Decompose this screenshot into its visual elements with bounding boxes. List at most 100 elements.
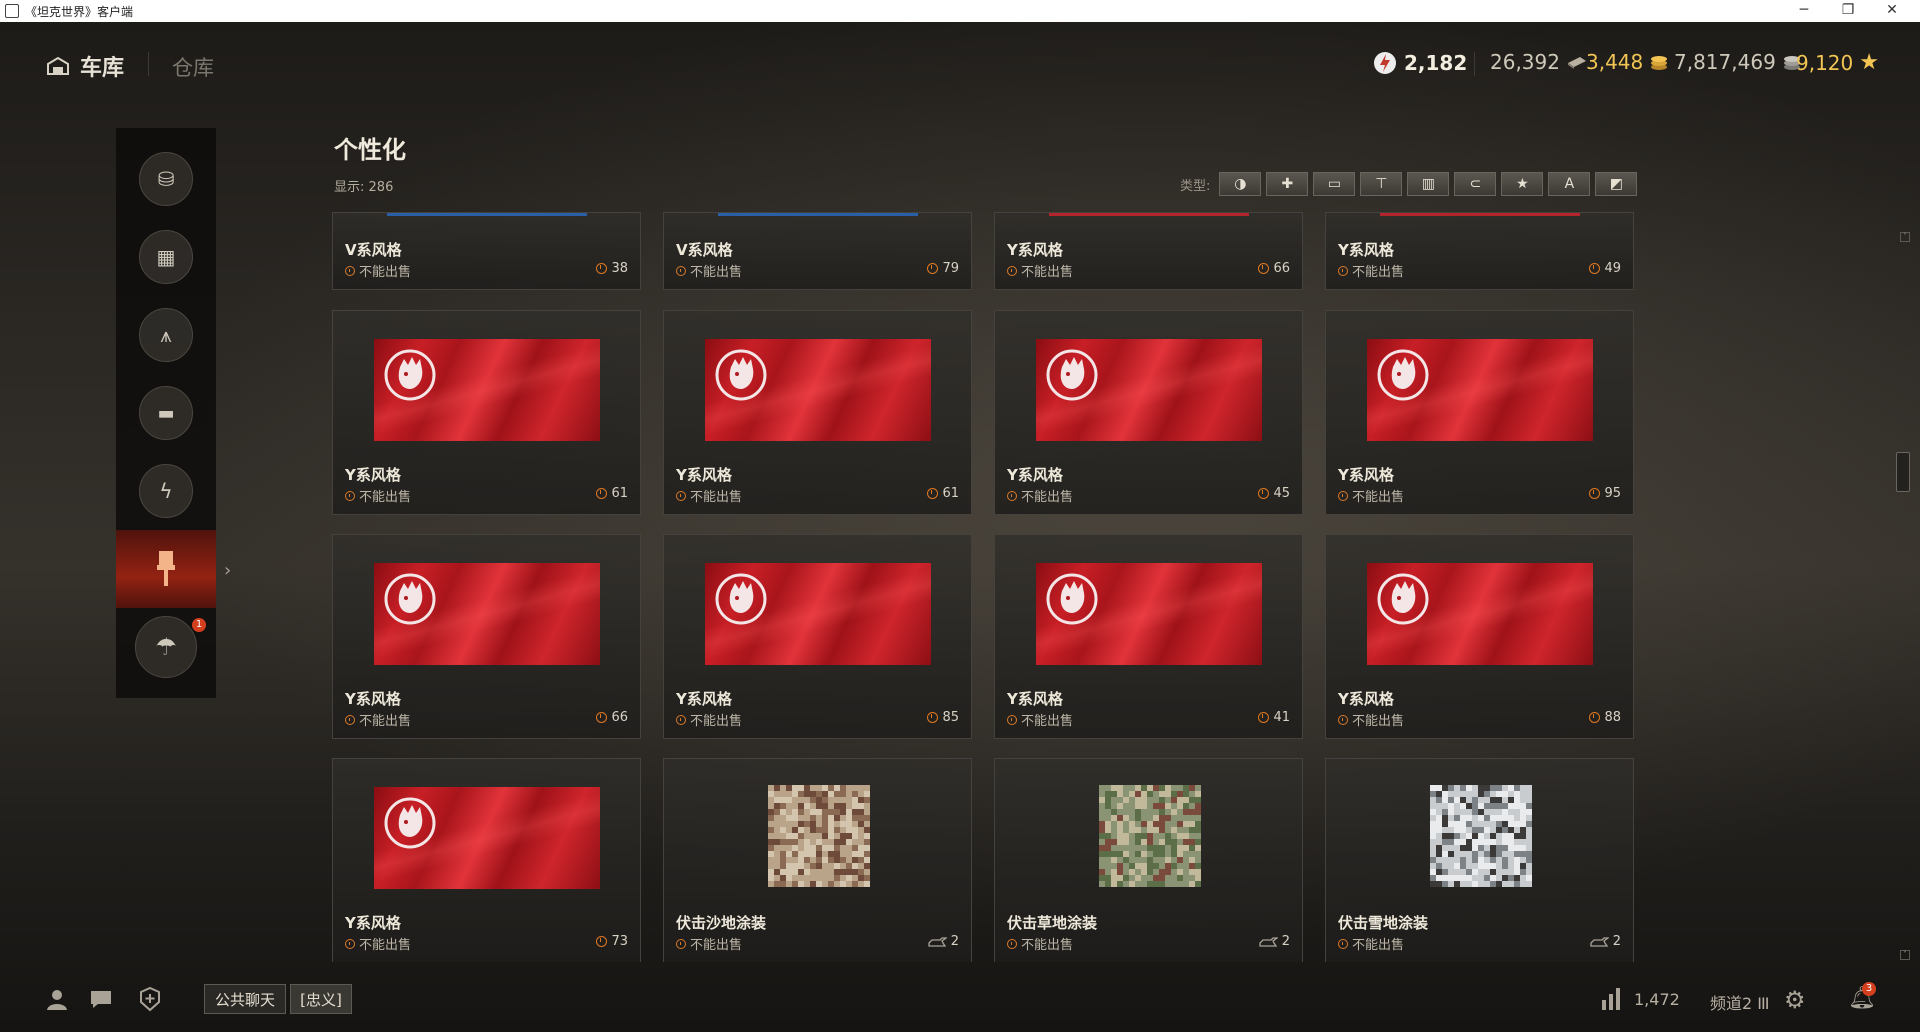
scrollbar-thumb[interactable] xyxy=(1896,452,1910,492)
restore-icon[interactable]: ❐ xyxy=(1828,0,1868,22)
credits-display[interactable]: 7,817,469 xyxy=(1674,50,1802,74)
status-text: 不能出售 xyxy=(359,938,412,953)
sidebar-item-customization[interactable] xyxy=(116,530,216,608)
free-xp-display[interactable]: 2,182 xyxy=(1372,50,1467,76)
customization-card[interactable]: 伏击沙地涂装 不能出售 2 xyxy=(663,758,972,962)
card-sell-status: 不能出售 xyxy=(676,486,742,505)
filter-modification-icon[interactable]: ⊂ xyxy=(1454,172,1497,196)
customization-card[interactable]: 伏击草地涂装 不能出售 2 xyxy=(994,758,1303,962)
card-sell-status: 不能出售 xyxy=(345,261,411,280)
card-count: 61 xyxy=(596,486,628,501)
filter-license-plate-icon[interactable]: ▭ xyxy=(1313,172,1356,196)
filter-decal-icon[interactable]: ◩ xyxy=(1595,172,1638,196)
card-count: 85 xyxy=(927,710,959,725)
card-sell-status: 不能出售 xyxy=(345,486,411,505)
filter-paint-brush-icon[interactable]: ⊤ xyxy=(1360,172,1403,196)
customization-card[interactable]: Y系风格 不能出售 66 xyxy=(994,212,1303,290)
settings-gear-icon[interactable]: ⚙ xyxy=(1784,986,1806,1014)
sidebar-item-vehicles[interactable]: ▬ xyxy=(116,374,216,452)
boxes-icon: ▦ xyxy=(139,230,193,284)
close-icon[interactable]: ✕ xyxy=(1872,0,1912,22)
app-shield-icon xyxy=(5,4,19,18)
sidebar-item-boosters[interactable]: ϟ xyxy=(116,452,216,530)
count-value: 61 xyxy=(611,486,628,501)
top-navigation: 车库 仓库 2,182 26,392 3,448 7,817,469 9,120… xyxy=(0,22,1920,106)
garage-icon xyxy=(47,56,69,75)
online-stats-icon[interactable] xyxy=(1602,988,1620,1010)
sidebar-item-styles[interactable]: ⛁ xyxy=(116,140,216,218)
sidebar-item-crates[interactable]: ☂ 1 xyxy=(116,608,216,686)
customization-card[interactable]: Y系风格 不能出售 61 xyxy=(332,310,641,515)
tank-icon: ▬ xyxy=(139,386,193,440)
status-text: 不能出售 xyxy=(1021,265,1074,280)
filter-camouflage-icon[interactable]: ◑ xyxy=(1219,172,1262,196)
scroll-up-icon[interactable]: ˄ xyxy=(1900,232,1910,242)
customization-card[interactable]: V系风格 不能出售 38 xyxy=(332,212,641,290)
count-value: 45 xyxy=(1273,486,1290,501)
info-icon xyxy=(676,490,686,501)
status-text: 不能出售 xyxy=(1352,265,1405,280)
card-count: 2 xyxy=(1258,934,1290,949)
clock-icon xyxy=(927,263,939,274)
sidebar-item-blueprints[interactable]: ⩚ xyxy=(116,296,216,374)
public-chat-button[interactable]: 公共聊天 xyxy=(204,984,286,1014)
status-text: 不能出售 xyxy=(690,490,743,505)
card-title: Y系风格 xyxy=(1007,690,1063,708)
count-value: 286 xyxy=(368,180,394,195)
card-sell-status: 不能出售 xyxy=(1007,934,1073,953)
card-title: Y系风格 xyxy=(1338,241,1394,259)
window-titlebar: 《坦克世界》客户端 ─ ❐ ✕ xyxy=(0,0,1920,22)
customization-card[interactable]: Y系风格 不能出售 73 xyxy=(332,758,641,962)
gold-display[interactable]: 3,448 xyxy=(1586,50,1669,74)
customization-card[interactable]: Y系风格 不能出售 61 xyxy=(663,310,972,515)
chat-bubble-icon[interactable] xyxy=(88,986,114,1012)
customization-card[interactable]: Y系风格 不能出售 88 xyxy=(1325,534,1634,739)
info-icon xyxy=(1338,490,1348,501)
customization-card[interactable]: Y系风格 不能出售 41 xyxy=(994,534,1303,739)
status-text: 不能出售 xyxy=(1021,714,1074,729)
customization-card[interactable]: V系风格 不能出售 79 xyxy=(663,212,972,290)
customization-card[interactable]: Y系风格 不能出售 49 xyxy=(1325,212,1634,290)
bonds-display[interactable]: 26,392 xyxy=(1490,50,1588,74)
style-preview-image xyxy=(705,563,931,665)
parachute-icon: ☂ xyxy=(135,616,197,678)
scrollbar[interactable]: ˄ ˅ xyxy=(1900,232,1910,962)
chevron-right-icon[interactable]: › xyxy=(224,560,231,581)
star-icon: ★ xyxy=(1859,50,1879,75)
lion-emblem-icon xyxy=(384,349,436,401)
status-text: 不能出售 xyxy=(359,714,412,729)
filter-stripes-icon[interactable]: ▥ xyxy=(1407,172,1450,196)
filter-puzzle-icon[interactable]: ✚ xyxy=(1266,172,1309,196)
card-sell-status: 不能出售 xyxy=(676,710,742,729)
nav-divider xyxy=(148,52,149,76)
depot-tab[interactable]: 仓库 xyxy=(172,52,214,82)
lion-emblem-icon xyxy=(1046,573,1098,625)
count-value: 88 xyxy=(1604,710,1621,725)
gold-coins-icon xyxy=(1651,56,1668,70)
sidebar-item-equipment[interactable]: ▦ xyxy=(116,218,216,296)
lion-emblem-icon xyxy=(1046,349,1098,401)
customization-card[interactable]: Y系风格 不能出售 85 xyxy=(663,534,972,739)
customization-card[interactable]: Y系风格 不能出售 45 xyxy=(994,310,1303,515)
card-sell-status: 不能出售 xyxy=(676,261,742,280)
scroll-down-icon[interactable]: ˅ xyxy=(1900,950,1910,960)
minimize-icon[interactable]: ─ xyxy=(1784,0,1824,22)
clan-chat-button[interactable]: [忠义] xyxy=(290,984,352,1014)
filter-letter-a-icon[interactable]: A xyxy=(1548,172,1591,196)
customization-card[interactable]: 伏击雪地涂装 不能出售 2 xyxy=(1325,758,1634,962)
preview-edge xyxy=(1380,213,1580,216)
customization-card[interactable]: Y系风格 不能出售 66 xyxy=(332,534,641,739)
garage-tab[interactable]: 车库 xyxy=(46,50,124,82)
xp-display[interactable]: 9,120 ★ xyxy=(1796,50,1879,75)
customization-card[interactable]: Y系风格 不能出售 95 xyxy=(1325,310,1634,515)
count-value: 85 xyxy=(942,710,959,725)
card-sell-status: 不能出售 xyxy=(1007,261,1073,280)
type-filter-bar: 类型: ◑ ✚ ▭ ⊤ ▥ ⊂ ★ A ◩ xyxy=(1180,172,1638,196)
lion-emblem-icon xyxy=(384,797,436,849)
user-icon[interactable] xyxy=(44,986,70,1012)
lion-emblem-icon xyxy=(715,349,767,401)
filter-star-icon[interactable]: ★ xyxy=(1501,172,1544,196)
server-selector[interactable]: 频道2 III xyxy=(1710,990,1769,1014)
add-contact-icon[interactable] xyxy=(137,986,163,1012)
camouflage-preview-image xyxy=(1099,785,1201,887)
